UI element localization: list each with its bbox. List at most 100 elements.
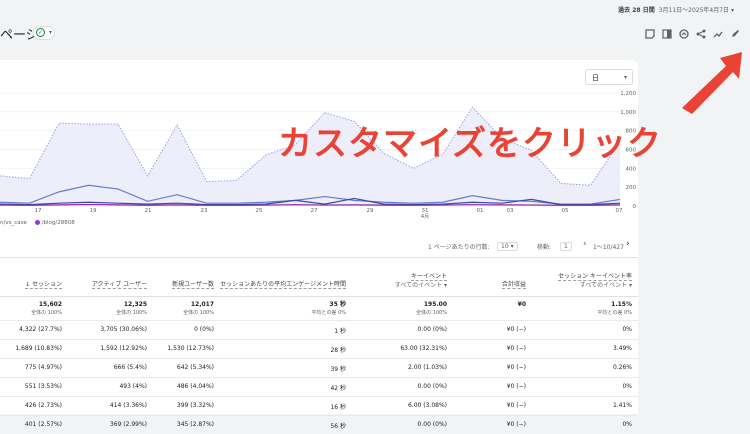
table-cell: 16 秒 xyxy=(330,404,346,411)
x-tick-label: 23 xyxy=(201,208,208,214)
rows-per-page-select[interactable]: 10 ▾ xyxy=(497,242,518,251)
table-row[interactable]: 1,689 (10.83%) 1,592 (12.92%) 1,530 (12.73… xyxy=(0,339,638,358)
insights-icon[interactable] xyxy=(677,29,691,43)
share-icon[interactable] xyxy=(694,29,708,43)
table-cell: 63.00 (32.31%) xyxy=(400,345,447,352)
x-tick-label: 17 xyxy=(35,208,42,214)
y-tick-label: 400 xyxy=(626,166,637,172)
x-tick-label: 01 xyxy=(477,208,484,214)
table-cell: 4,322 (27.7%) xyxy=(19,326,62,333)
table-row[interactable]: 775 (4.97%) 666 (5.4%) 642 (5.34%) 39 秒 2.00… xyxy=(0,358,638,377)
total-cell: 12,325 全体の 100% xyxy=(77,301,147,317)
table-cell: 3.49% xyxy=(612,345,632,352)
table-cell: 3,705 (30.06%) xyxy=(100,326,147,333)
table-cell: 56 秒 xyxy=(330,423,346,430)
table-cell: 1,530 (12.73%) xyxy=(167,345,214,352)
report-card: 1,200 1,000 800 600 400 200 0 17 19 21 23 25 27 29 31 0… xyxy=(0,60,638,430)
date-range-text: 3月11日～2025年4月7日 xyxy=(658,7,730,14)
title-row: ページ ✓ ▾ xyxy=(0,20,750,44)
total-share: 平均との差 0% xyxy=(311,310,346,316)
column-header-label: 合計収益 xyxy=(501,281,526,289)
table-cell: 39 秒 xyxy=(330,366,346,373)
toolbar xyxy=(640,24,742,43)
table-cell: ¥0 (−) xyxy=(506,326,526,333)
total-share: 平均との差 0% xyxy=(597,310,632,316)
table-cell: ¥0 (−) xyxy=(506,345,526,352)
table-cell: 426 (2.73%) xyxy=(24,402,62,409)
table-cell: 551 (3.53%) xyxy=(24,383,62,390)
x-tick-label: 05 xyxy=(562,208,569,214)
data-table: ↓ セッション アクティブ ユーザー 新規ユーザー数 セッションあたりの平均エンゲージ… xyxy=(0,257,638,430)
y-tick-label: 0 xyxy=(633,204,637,210)
rows-per-page-value: 10 xyxy=(501,243,509,250)
table-cell: 1.41% xyxy=(612,402,632,409)
table-cell: 401 (2.57%) xyxy=(24,421,62,428)
x-month-label: 4月 xyxy=(421,214,429,220)
arrow-annotation xyxy=(682,52,742,114)
event-filter-dropdown[interactable]: すべてのイベント ▾ xyxy=(552,281,632,290)
table-cell: 2.00 (1.03%) xyxy=(407,364,447,371)
total-value: 1.15% xyxy=(611,301,632,308)
column-header-label: セッションあたりの平均エンゲージメント時間 xyxy=(220,281,346,289)
x-tick-label: 29 xyxy=(367,208,374,214)
table-cell: 666 (5.4%) xyxy=(113,364,147,371)
table-cell: 42 秒 xyxy=(330,385,346,392)
total-value: 12,325 xyxy=(123,301,147,308)
table-cell: 642 (5.34%) xyxy=(176,364,214,371)
chevron-down-icon: ▾ xyxy=(623,74,627,81)
granularity-dropdown[interactable]: 日 ▾ xyxy=(585,69,633,85)
x-tick-label: 21 xyxy=(145,208,152,214)
customize-annotation-text: カスタマイズをクリック xyxy=(278,124,662,164)
edit-icon[interactable] xyxy=(728,29,742,43)
y-tick-label: 200 xyxy=(626,185,637,191)
y-tick-label: 1,000 xyxy=(620,110,636,116)
event-filter-dropdown[interactable]: すべてのイベント ▾ xyxy=(367,281,447,290)
table-row[interactable]: 401 (2.57%) 369 (2.99%) 345 (2.87%) 56 秒 0.0… xyxy=(0,415,638,434)
prev-page-button[interactable]: ‹ xyxy=(583,239,587,249)
trend-icon[interactable] xyxy=(711,29,725,43)
series-line-4 xyxy=(0,203,621,206)
table-cell: ¥0 (−) xyxy=(506,421,526,428)
column-header-label: 新規ユーザー数 xyxy=(172,281,214,289)
table-cell: 493 (4%) xyxy=(119,383,147,390)
total-share: 全体の 100% xyxy=(31,310,62,316)
next-page-button[interactable]: › xyxy=(626,239,630,249)
total-cell: 12,017 全体の 100% xyxy=(154,301,214,317)
total-cell: ¥0 xyxy=(476,301,526,309)
table-cell: ¥0 (−) xyxy=(506,364,526,371)
table-cell: 0.00 (0%) xyxy=(417,383,447,390)
x-tick-label: 27 xyxy=(311,208,318,214)
title-status-dropdown[interactable]: ✓ ▾ xyxy=(33,26,55,40)
table-cell: 0.00 (0%) xyxy=(417,326,447,333)
legend-item-clipped: n/vs_case xyxy=(0,220,27,226)
rows-per-page-label: 1 ページあたりの行数: xyxy=(428,244,490,251)
chevron-down-icon: ▾ xyxy=(730,7,734,14)
table-cell: 414 (3.36%) xyxy=(109,402,147,409)
table-cell: ¥0 (−) xyxy=(506,402,526,409)
total-value: 35 秒 xyxy=(329,301,346,308)
table-row[interactable]: 4,322 (27.7%) 3,705 (30.06%) 0 (0%) 1 秒 0.00… xyxy=(0,320,638,339)
table-cell: 369 (2.99%) xyxy=(109,421,147,428)
total-share: 全体の 100% xyxy=(116,310,147,316)
report-icon[interactable] xyxy=(643,29,657,43)
table-row[interactable]: 551 (3.53%) 493 (4%) 486 (4.04%) 42 秒 0.00 (… xyxy=(0,377,638,396)
table-cell: 0 (0%) xyxy=(194,326,214,333)
x-tick-label: 19 xyxy=(90,208,97,214)
table-cell: 28 秒 xyxy=(330,347,346,354)
total-share: 全体の 100% xyxy=(416,310,447,316)
table-row[interactable]: 426 (2.73%) 414 (3.36%) 399 (3.32%) 16 秒 6.0… xyxy=(0,396,638,415)
table-cell: 486 (4.04%) xyxy=(176,383,214,390)
compare-icon[interactable] xyxy=(660,29,674,43)
table-cell: 1,592 (12.92%) xyxy=(100,345,147,352)
table-cell: 0% xyxy=(622,383,632,390)
page-input[interactable]: 1 xyxy=(560,242,572,251)
table-cell: 0% xyxy=(622,326,632,333)
table-cell: 0.00 (0%) xyxy=(417,421,447,428)
total-cell: 35 秒平均との差 0% xyxy=(216,301,346,317)
total-value: 15,602 xyxy=(38,301,62,308)
date-range-selector[interactable]: 過去 28 日間 3月11日～2025年4月7日 ▾ xyxy=(618,5,734,14)
x-tick-label: 03 xyxy=(507,208,514,214)
table-cell: ¥0 (−) xyxy=(506,383,526,390)
y-tick-label: 1,200 xyxy=(620,91,636,97)
table-cell: 775 (4.97%) xyxy=(24,364,62,371)
